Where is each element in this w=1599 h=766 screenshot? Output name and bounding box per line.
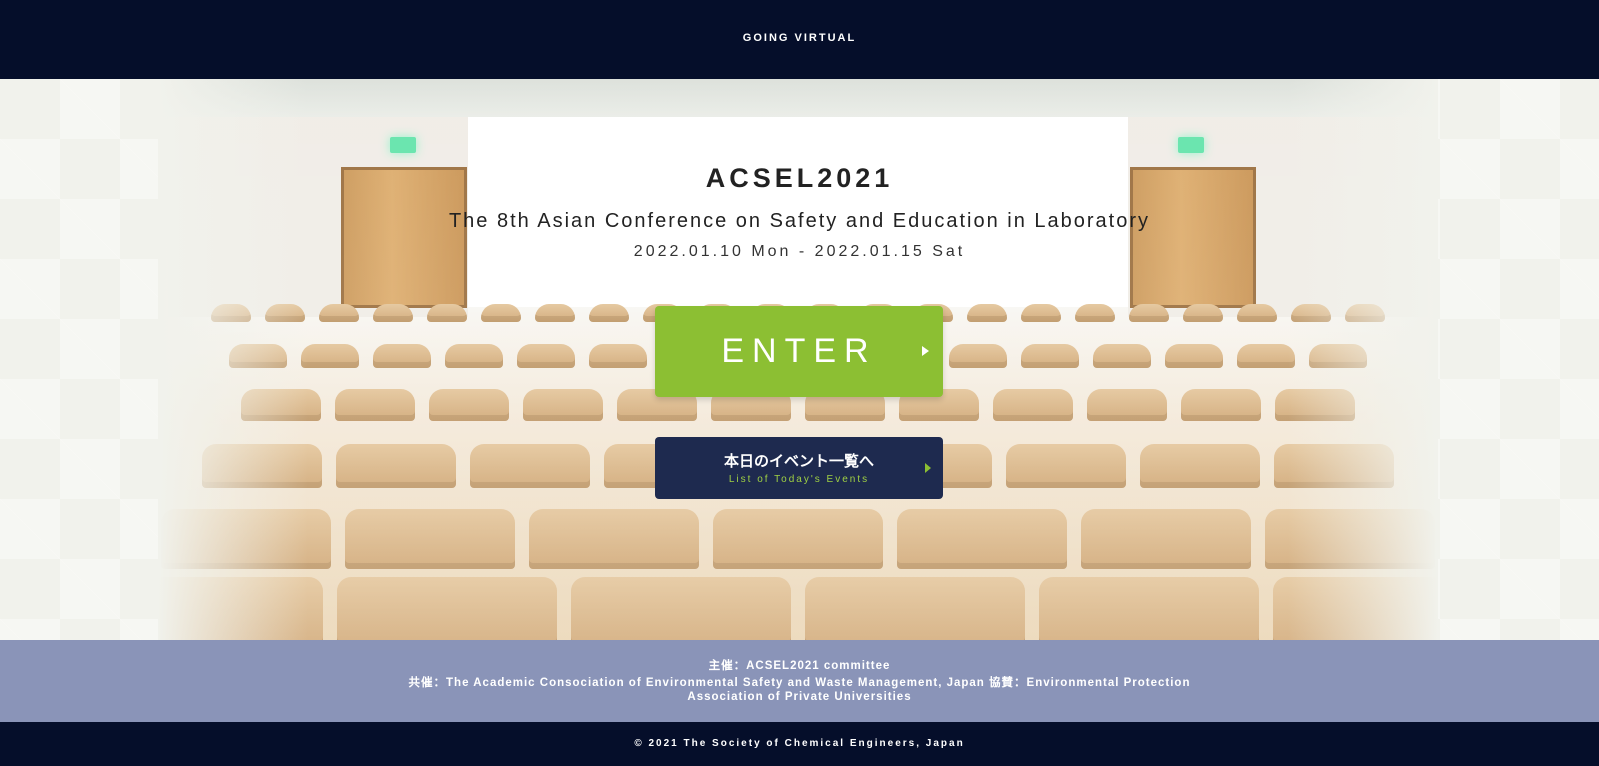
- header-title: GOING VIRTUAL: [742, 31, 857, 44]
- footer-copyright: © 2021 The Society of Chemical Engineers…: [0, 722, 1599, 766]
- todays-events-label-jp: 本日のイベント一覧へ: [723, 453, 874, 470]
- arrow-right-icon: [925, 463, 931, 473]
- arrow-right-icon: [922, 346, 929, 356]
- enter-button[interactable]: ENTER: [655, 306, 943, 397]
- conference-subtitle: The 8th Asian Conference on Safety and E…: [448, 210, 1151, 232]
- conference-title: ACSEL2021: [705, 163, 894, 193]
- supporter-text: Association of Private Universities: [687, 691, 912, 703]
- todays-events-button[interactable]: 本日のイベント一覧へ List of Today's Events: [655, 437, 943, 499]
- organizer-text: 主催：ACSEL2021 committee: [708, 660, 891, 672]
- top-header-bar: GOING VIRTUAL: [0, 0, 1599, 79]
- sponsor-band: 主催：ACSEL2021 committee 共催：The Academic C…: [0, 640, 1599, 722]
- co-organizer-text: 共催：The Academic Consociation of Environm…: [408, 677, 1191, 689]
- enter-button-label: ENTER: [721, 332, 877, 370]
- todays-events-label-en: List of Today's Events: [728, 474, 870, 485]
- conference-dates: 2022.01.10 Mon - 2022.01.15 Sat: [633, 243, 966, 260]
